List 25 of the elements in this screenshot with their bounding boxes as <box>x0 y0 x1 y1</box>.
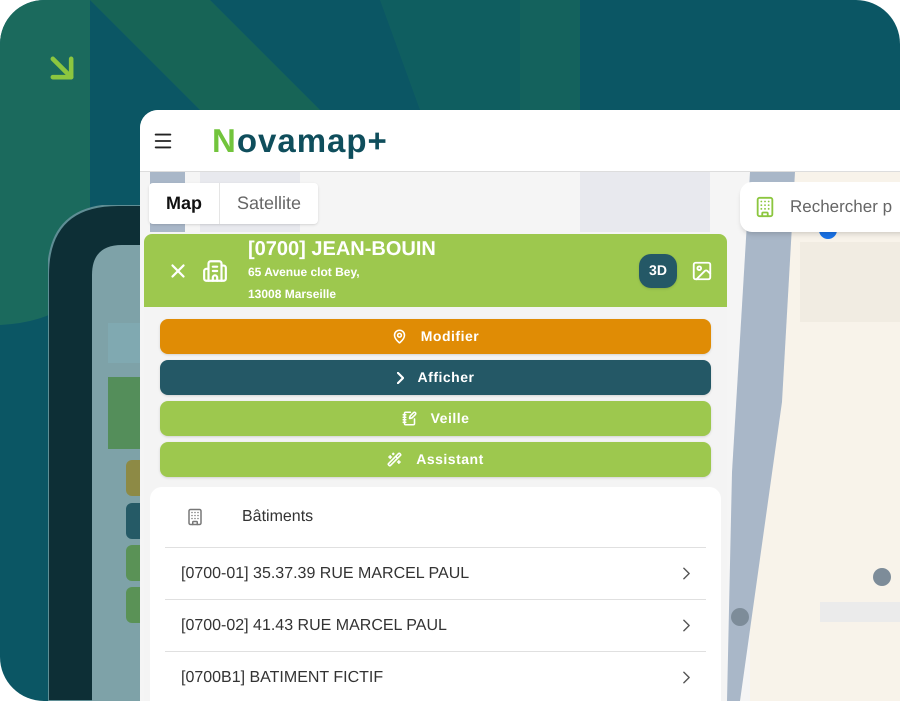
section-title: Bâtiments <box>242 507 314 527</box>
building-icon <box>754 196 776 218</box>
map-type-tab[interactable]: Satellite <box>219 183 318 224</box>
site-address: 65 Avenue clot Bey, <box>248 264 361 280</box>
chevron-icon <box>683 567 690 580</box>
building-row[interactable]: [0700B1] BATIMENT FICTIF <box>165 651 706 701</box>
wand-icon <box>387 452 402 467</box>
building-icon <box>186 508 204 526</box>
logo: Novamap+ <box>212 124 388 157</box>
building-icon <box>202 258 228 284</box>
site-title: [0700] JEAN-BOUIN <box>248 236 437 260</box>
search-input[interactable]: Rechercher p <box>790 194 896 220</box>
search-field[interactable]: Rechercher p <box>740 182 900 232</box>
chevron-icon <box>396 372 404 384</box>
site-address: 13008 Marseille <box>248 286 338 302</box>
building-row[interactable]: [0700-02] 41.43 RUE MARCEL PAUL <box>165 599 706 651</box>
map-type-tab[interactable]: Map <box>149 183 219 224</box>
chevron-icon <box>683 671 690 684</box>
building-row[interactable]: [0700-01] 35.37.39 RUE MARCEL PAUL <box>165 547 706 599</box>
image-icon <box>691 260 713 282</box>
3d-button[interactable]: 3D <box>639 254 677 288</box>
pin-icon <box>392 329 407 344</box>
notepad-icon <box>402 411 417 426</box>
action-button[interactable]: Afficher <box>160 360 711 395</box>
chevron-icon <box>683 619 690 632</box>
